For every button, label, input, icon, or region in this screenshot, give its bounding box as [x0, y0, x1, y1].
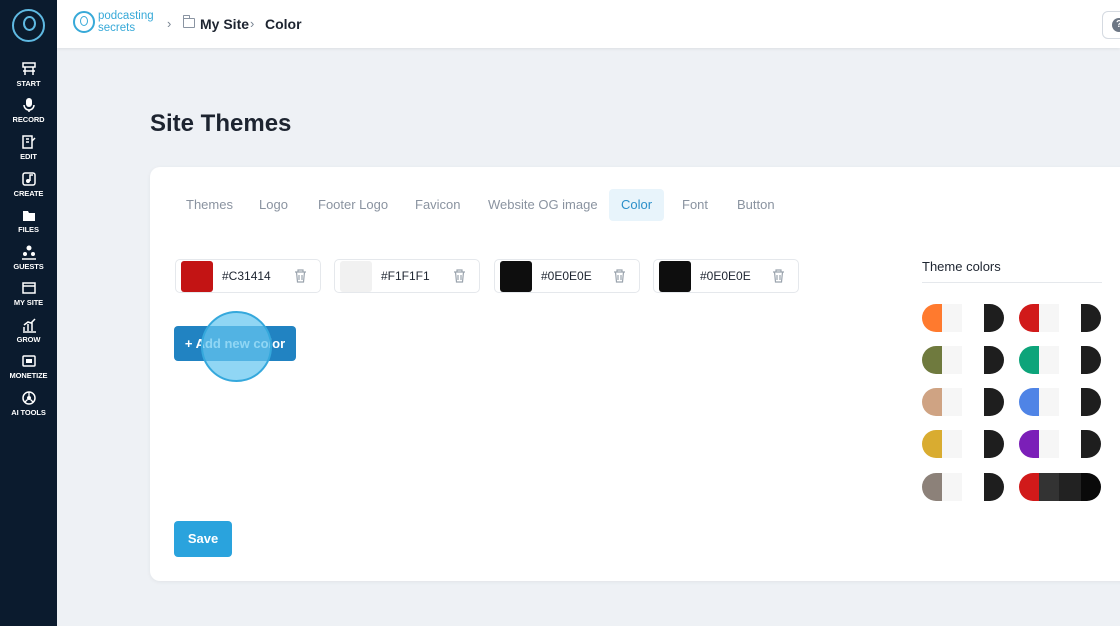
microphone-icon — [22, 98, 35, 112]
color-field[interactable]: #0E0E0E — [494, 259, 640, 293]
sidebar-item-ai-tools[interactable]: AI TOOLS — [0, 390, 57, 426]
theme-palette-option[interactable] — [1019, 388, 1101, 416]
help-button[interactable]: ? — [1102, 11, 1120, 39]
edit-icon — [21, 135, 36, 149]
divider — [922, 282, 1102, 283]
color-hex-value[interactable]: #0E0E0E — [541, 269, 592, 283]
tab-logo[interactable]: Logo — [247, 189, 300, 221]
sidebar-item-label: FILES — [18, 225, 39, 234]
sidebar-item-label: RECORD — [12, 115, 45, 124]
sidebar-item-record[interactable]: RECORD — [0, 97, 57, 133]
theme-palette-option[interactable] — [922, 388, 1004, 416]
save-button[interactable]: Save — [174, 521, 232, 557]
color-hex-value[interactable]: #0E0E0E — [700, 269, 751, 283]
settings-card — [150, 167, 1120, 581]
app-logo[interactable] — [12, 9, 45, 42]
ai-tools-icon — [21, 391, 36, 405]
tab-website-og-image[interactable]: Website OG image — [476, 189, 610, 221]
breadcrumb-my-site[interactable]: My Site — [200, 16, 249, 32]
add-new-color-button[interactable]: + Add new color — [174, 326, 296, 361]
color-hex-value[interactable]: #F1F1F1 — [381, 269, 430, 283]
theme-colors-heading: Theme colors — [922, 259, 1001, 274]
tab-button[interactable]: Button — [725, 189, 787, 221]
help-icon: ? — [1112, 18, 1120, 32]
sidebar-item-label: GROW — [16, 335, 41, 344]
theme-palette-option[interactable] — [922, 304, 1004, 332]
chevron-right-icon: › — [167, 16, 172, 31]
tab-themes[interactable]: Themes — [174, 189, 245, 221]
color-swatch[interactable] — [181, 261, 213, 292]
sidebar-item-monetize[interactable]: MONETIZE — [0, 353, 57, 389]
color-field[interactable]: #F1F1F1 — [334, 259, 480, 293]
brand-logo[interactable]: podcasting secrets — [73, 10, 161, 36]
sidebar-item-label: MONETIZE — [9, 371, 48, 380]
theme-palette-option[interactable] — [1019, 304, 1101, 332]
trash-icon[interactable] — [294, 269, 307, 283]
theme-palette-option[interactable] — [922, 346, 1004, 374]
sidebar-item-start[interactable]: START — [0, 61, 57, 97]
sidebar-item-label: MY SITE — [13, 298, 44, 307]
sidebar-item-my-site[interactable]: MY SITE — [0, 280, 57, 316]
monetize-icon — [21, 355, 36, 367]
sidebar-item-label: CREATE — [13, 189, 44, 198]
tab-footer-logo[interactable]: Footer Logo — [306, 189, 400, 221]
my-site-icon — [21, 282, 36, 294]
guests-icon — [21, 245, 36, 260]
theme-palette-option[interactable] — [1019, 473, 1101, 501]
color-field[interactable]: #C31414 — [175, 259, 321, 293]
theme-palette-option[interactable] — [1019, 430, 1101, 458]
color-field[interactable]: #0E0E0E — [653, 259, 799, 293]
color-swatch[interactable] — [340, 261, 372, 292]
sidebar-item-files[interactable]: FILES — [0, 207, 57, 243]
trash-icon[interactable] — [772, 269, 785, 283]
theme-palette-option[interactable] — [922, 473, 1004, 501]
start-icon — [21, 62, 36, 75]
sidebar-item-label: AI TOOLS — [11, 408, 46, 417]
color-hex-value[interactable]: #C31414 — [222, 269, 271, 283]
trash-icon[interactable] — [613, 269, 626, 283]
sidebar-item-guests[interactable]: GUESTS — [0, 244, 57, 280]
chevron-right-icon: › — [250, 16, 255, 31]
sidebar-item-label: EDIT — [20, 152, 37, 161]
theme-palette-option[interactable] — [922, 430, 1004, 458]
breadcrumb-color: Color — [265, 16, 302, 32]
trash-icon[interactable] — [453, 269, 466, 283]
page-title: Site Themes — [150, 110, 292, 137]
tab-color[interactable]: Color — [609, 189, 665, 221]
folder-icon — [183, 15, 195, 28]
sidebar: START RECORD EDIT CREATE FILES GUESTS MY… — [0, 0, 57, 626]
grow-chart-icon — [22, 318, 36, 333]
sidebar-item-label: START — [16, 79, 41, 88]
tab-font[interactable]: Font — [670, 189, 720, 221]
sidebar-item-create[interactable]: CREATE — [0, 171, 57, 207]
brand-name-line1: podcasting — [98, 10, 154, 22]
files-icon — [22, 211, 35, 221]
brand-name-line2: secrets — [98, 22, 136, 34]
color-swatch[interactable] — [659, 261, 691, 292]
brand-mark-icon — [73, 11, 95, 33]
sidebar-item-grow[interactable]: GROW — [0, 317, 57, 353]
sidebar-item-edit[interactable]: EDIT — [0, 134, 57, 170]
theme-palette-option[interactable] — [1019, 346, 1101, 374]
top-header: podcasting secrets › My Site › Color ? — [57, 0, 1120, 48]
sidebar-item-label: GUESTS — [13, 262, 44, 271]
music-note-icon — [21, 172, 36, 186]
color-swatch[interactable] — [500, 261, 532, 292]
tab-favicon[interactable]: Favicon — [403, 189, 473, 221]
